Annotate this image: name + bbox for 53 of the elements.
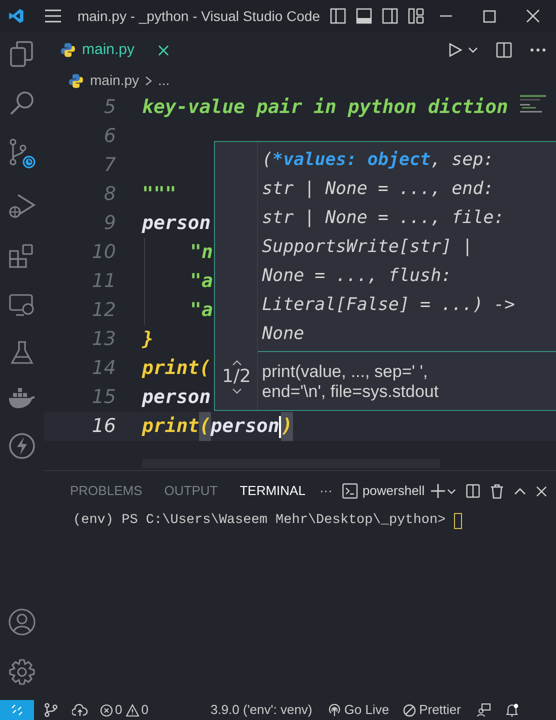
code-text: "a xyxy=(190,269,213,294)
code-text: person xyxy=(142,211,211,236)
line-number: 9 xyxy=(102,211,116,236)
signature-text: None = ..., flush: xyxy=(262,265,452,288)
line-number: 5 xyxy=(102,95,116,120)
code-text: person xyxy=(142,385,211,410)
matched-bracket: ) xyxy=(281,412,293,441)
interpreter-button[interactable]: 3.9.0 ('env': venv) xyxy=(210,700,312,720)
code-text: print( xyxy=(142,356,211,382)
shell-name: powershell xyxy=(362,482,425,500)
breadcrumb-item[interactable]: ... xyxy=(158,70,170,91)
signature-text: Literal[False] = ...) -> xyxy=(262,294,515,318)
line-number: 14 xyxy=(90,356,116,382)
signature-text: str | None = ..., end: xyxy=(262,178,494,202)
signature-text: , sep: xyxy=(430,149,494,172)
more-tabs-button[interactable]: ··· xyxy=(319,481,332,501)
signature-text: None xyxy=(262,323,304,346)
line-number: 13 xyxy=(90,327,116,352)
line-number: 7 xyxy=(102,153,116,178)
panel-tab[interactable]: TERMINAL xyxy=(240,481,306,501)
line-number: 10 xyxy=(90,240,116,266)
overload-counter: 1/2 xyxy=(222,366,251,388)
window-title: main.py - _python - Visual Studio Code xyxy=(77,6,320,26)
terminal-selector[interactable]: powershell xyxy=(342,481,425,501)
line-number: 6 xyxy=(102,124,116,150)
terminal-prompt: (env) PS C:\Users\Waseem Mehr\Desktop\_python> xyxy=(73,512,447,530)
code-text: person xyxy=(210,414,280,440)
breadcrumb-item[interactable]: main.py xyxy=(90,70,140,91)
signature-text: SupportsWrite[str] | xyxy=(262,236,473,260)
problems-button[interactable]: 0 0 xyxy=(100,700,148,720)
signature-text: str | None = ..., file: xyxy=(262,207,504,230)
line-number: 12 xyxy=(90,298,116,324)
line-number: 11 xyxy=(90,269,116,294)
line-number: 15 xyxy=(90,385,116,410)
doc-text: print(value, ..., sep=' ', xyxy=(262,362,429,382)
code-text: print xyxy=(142,414,200,440)
signature-text: *values: object xyxy=(272,149,431,172)
prettier-button[interactable]: Prettier xyxy=(403,700,461,720)
line-number: 16 xyxy=(90,414,116,440)
code-text: "a xyxy=(190,298,213,324)
warning-count: 0 xyxy=(141,701,148,720)
panel-tab[interactable]: OUTPUT xyxy=(164,481,218,501)
error-count: 0 xyxy=(115,701,122,720)
line-number: 8 xyxy=(102,182,116,208)
doc-text: end='\n', file=sys.stdout xyxy=(262,382,440,402)
code-text: key-value pair in python diction xyxy=(142,95,508,120)
panel-tab[interactable]: PROBLEMS xyxy=(70,481,142,501)
code-text: "n xyxy=(190,240,213,266)
signature-text: ( xyxy=(262,149,273,172)
go-live-button[interactable]: Go Live xyxy=(328,700,390,720)
code-text: } xyxy=(142,327,154,352)
code-text: """ xyxy=(142,182,176,208)
matched-bracket: ( xyxy=(199,412,211,441)
